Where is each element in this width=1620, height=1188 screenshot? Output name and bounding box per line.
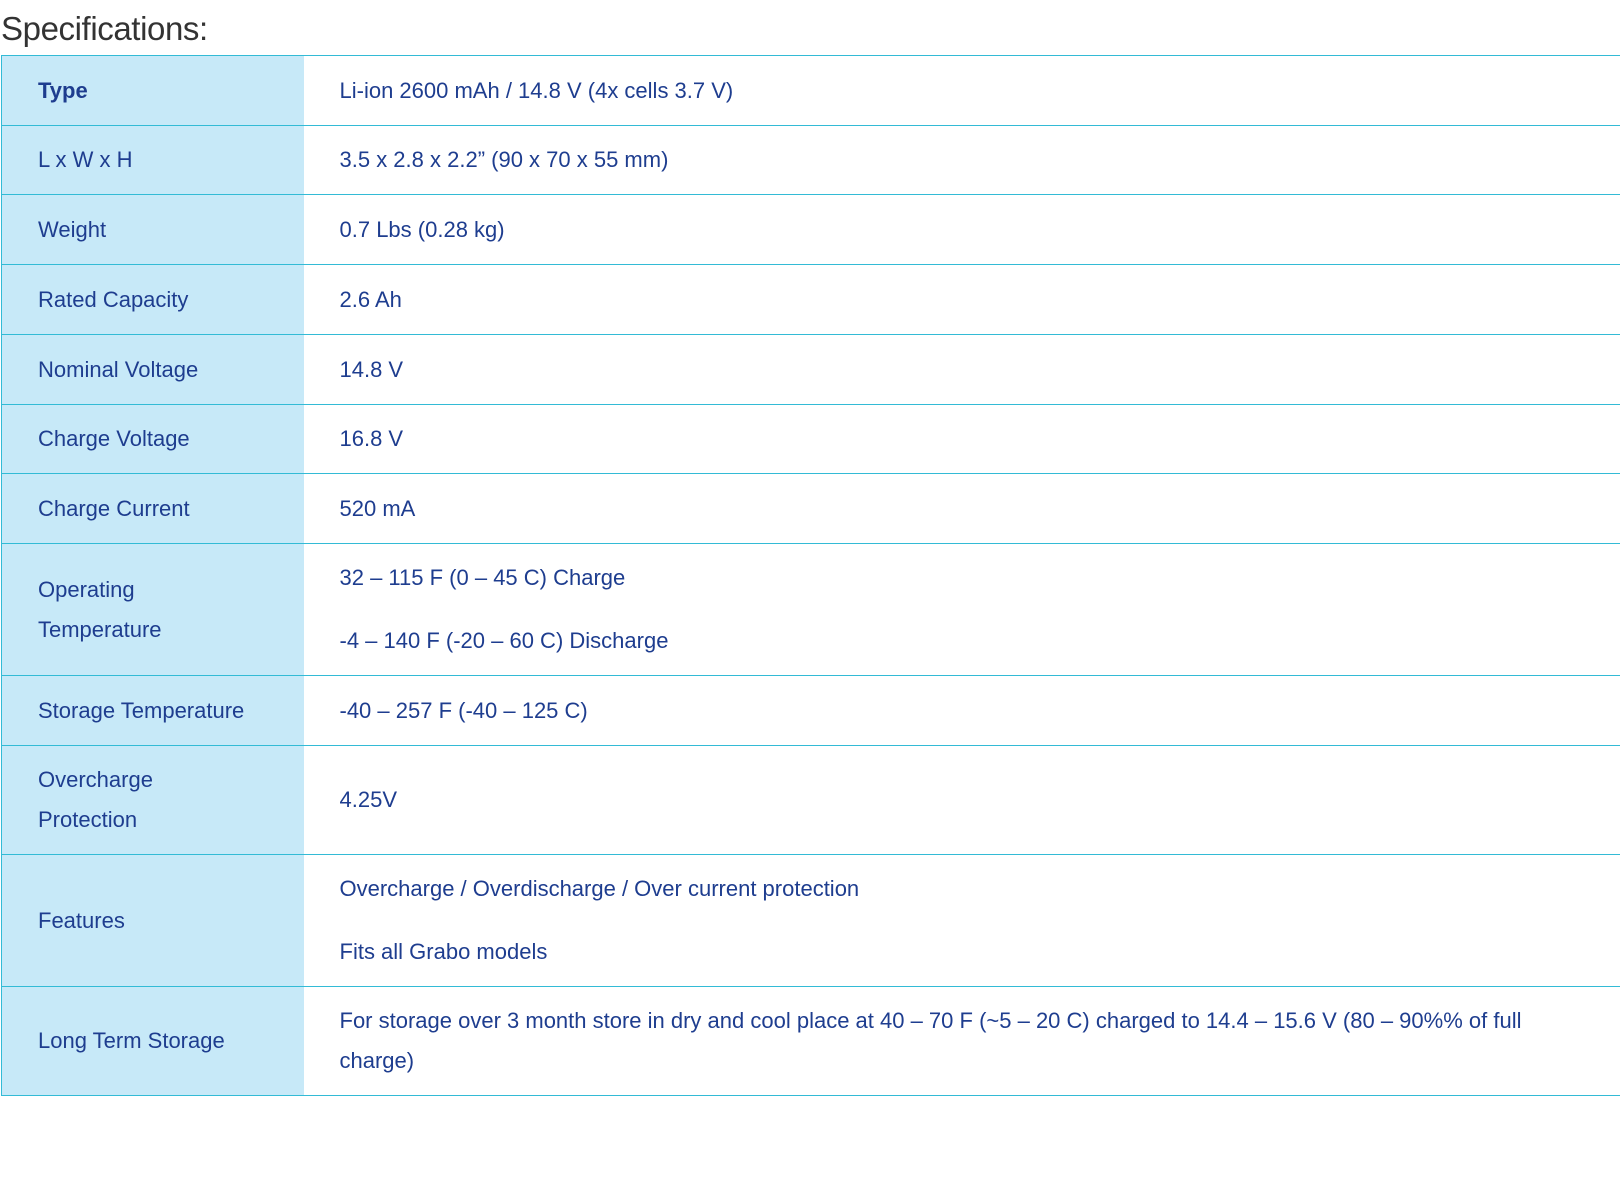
spec-label: Storage Temperature (1, 675, 304, 746)
specifications-table: Type Li-ion 2600 mAh / 14.8 V (4x cells … (1, 55, 1620, 1096)
spec-value-line: For storage over 3 month store in dry an… (339, 1008, 1522, 1073)
spec-value: 0.7 Lbs (0.28 kg) (304, 195, 1620, 265)
spec-label: Operating Temperature (1, 543, 304, 676)
spec-value-line: -4 – 140 F (-20 – 60 C) Discharge (339, 628, 669, 653)
spec-value: -40 – 257 F (-40 – 125 C) (304, 676, 1620, 746)
spec-row-type: Type Li-ion 2600 mAh / 14.8 V (4x cells … (1, 55, 1620, 126)
spec-value-line: -40 – 257 F (-40 – 125 C) (339, 697, 588, 723)
spec-row-nominal-voltage: Nominal Voltage 14.8 V (1, 334, 1620, 405)
specifications-page: Specifications: Type Li-ion 2600 mAh / 1… (0, 0, 1620, 1188)
spec-row-operating-temperature: Operating Temperature 32 – 115 F (0 – 45… (1, 543, 1620, 676)
spec-label: Features (1, 854, 304, 987)
spec-value: Overcharge / Overdischarge / Over curren… (304, 855, 1620, 987)
spec-label: L x W x H (1, 125, 304, 195)
spec-value-line: Fits all Grabo models (339, 939, 548, 964)
spec-value: 32 – 115 F (0 – 45 C) Charge -4 – 140 F … (304, 544, 1620, 676)
spec-row-dimensions: L x W x H 3.5 x 2.8 x 2.2” (90 x 70 x 55… (1, 125, 1620, 195)
spec-row-charge-current: Charge Current 520 mA (1, 473, 1620, 544)
spec-value-line: 4.25V (339, 787, 398, 812)
spec-value-line: Li-ion 2600 mAh / 14.8 V (4x cells 3.7 V… (339, 77, 734, 103)
spec-value: For storage over 3 month store in dry an… (304, 987, 1620, 1096)
spec-row-weight: Weight 0.7 Lbs (0.28 kg) (1, 194, 1620, 265)
spec-value-line: 3.5 x 2.8 x 2.2” (90 x 70 x 55 mm) (339, 147, 669, 172)
spec-value: 520 mA (304, 474, 1620, 544)
spec-label: Charge Voltage (1, 404, 304, 474)
spec-label: Long Term Storage (1, 986, 304, 1096)
spec-value: Li-ion 2600 mAh / 14.8 V (4x cells 3.7 V… (304, 56, 1620, 126)
spec-label: Overcharge Protection (1, 745, 304, 855)
spec-value: 14.8 V (304, 335, 1620, 405)
spec-value-line: 2.6 Ah (339, 286, 402, 312)
spec-label: Type (1, 55, 304, 126)
spec-label: Nominal Voltage (1, 334, 304, 405)
spec-label: Charge Current (1, 473, 304, 544)
spec-value-line: 14.8 V (339, 356, 404, 382)
specifications-heading: Specifications: (1, 10, 208, 47)
spec-row-charge-voltage: Charge Voltage 16.8 V (1, 404, 1620, 474)
spec-value: 2.6 Ah (304, 265, 1620, 335)
spec-value-line: 16.8 V (339, 426, 404, 451)
spec-row-features: Features Overcharge / Overdischarge / Ov… (1, 854, 1620, 987)
spec-value-line: 0.7 Lbs (0.28 kg) (339, 216, 505, 242)
spec-row-storage-temperature: Storage Temperature -40 – 257 F (-40 – 1… (1, 675, 1620, 746)
spec-row-overcharge-protection: Overcharge Protection 4.25V (1, 745, 1620, 855)
spec-value: 16.8 V (304, 405, 1620, 474)
spec-row-long-term-storage: Long Term Storage For storage over 3 mon… (1, 986, 1620, 1096)
spec-label: Weight (1, 194, 304, 265)
spec-value: 4.25V (304, 746, 1620, 855)
spec-row-rated-capacity: Rated Capacity 2.6 Ah (1, 264, 1620, 335)
spec-value-line: 32 – 115 F (0 – 45 C) Charge (339, 565, 626, 590)
spec-label: Rated Capacity (1, 264, 304, 335)
spec-value: 3.5 x 2.8 x 2.2” (90 x 70 x 55 mm) (304, 126, 1620, 195)
spec-value-line: 520 mA (339, 495, 416, 521)
spec-value-line: Overcharge / Overdischarge / Over curren… (339, 876, 860, 901)
